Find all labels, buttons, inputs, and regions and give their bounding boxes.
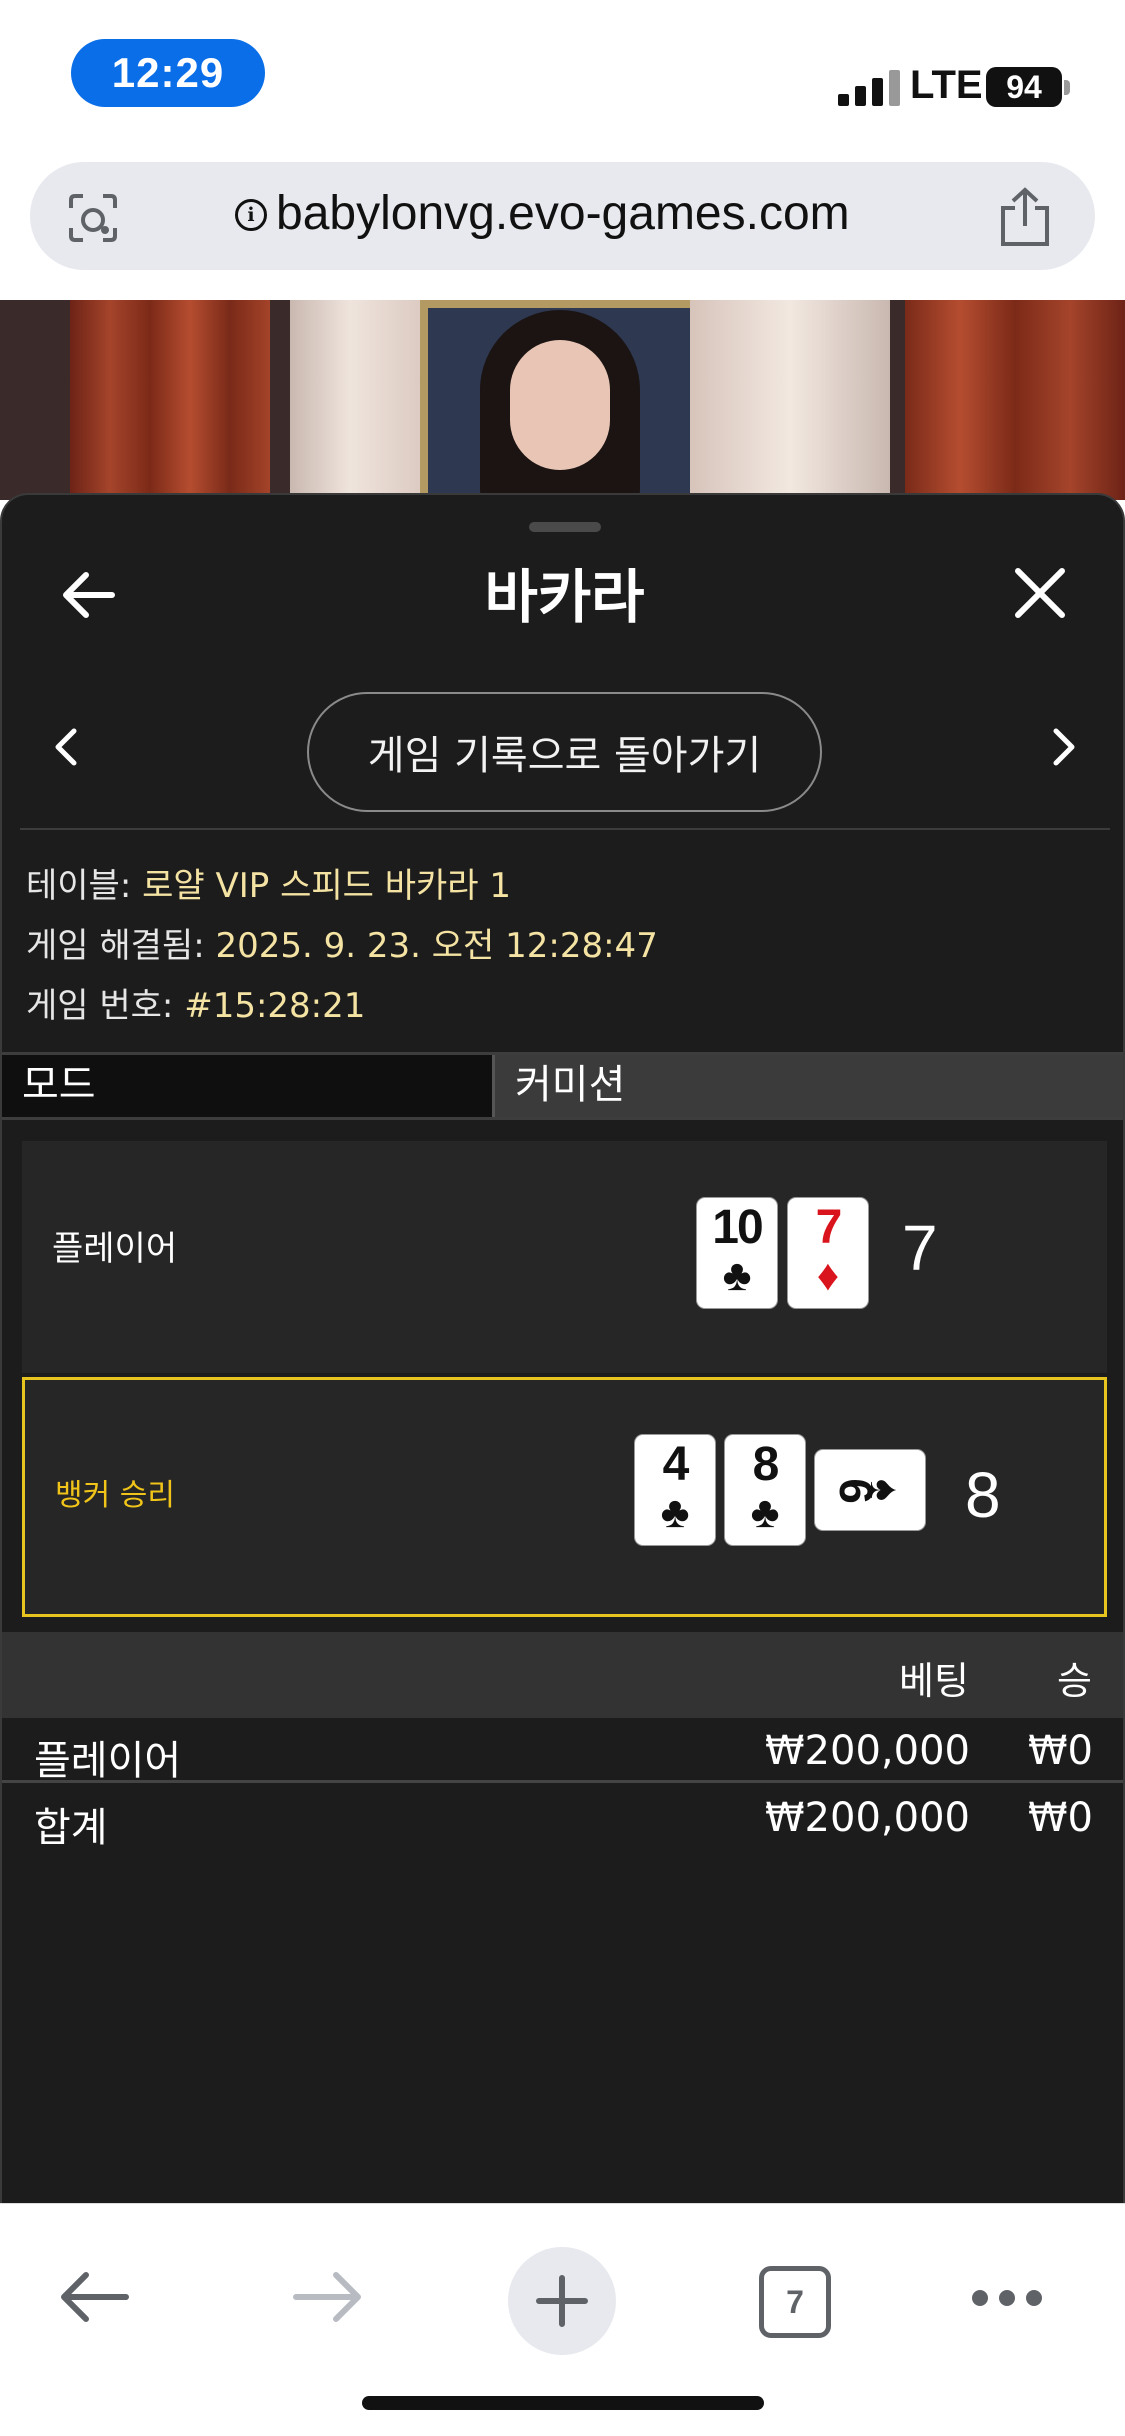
video-curtain-left [70, 300, 270, 500]
video-pillar-left [290, 300, 440, 500]
close-icon[interactable] [1010, 563, 1070, 623]
row-divider [2, 1780, 1123, 1783]
bet-row-win: ₩0 [1028, 1728, 1093, 1774]
mode-label: 모드 [2, 1055, 492, 1117]
game-history-panel: 바카라 게임 기록으로 돌아가기 테이블: 로얄 VIP 스피드 바카라 1 게… [0, 493, 1125, 2203]
mode-value: 커미션 [492, 1055, 1123, 1117]
card-rank: 7 [815, 1201, 843, 1254]
game-number-label: 게임 번호: [26, 986, 185, 1026]
banker-card-3: 6 ♠ [815, 1450, 925, 1530]
banker-card-1: 4 ♣ [635, 1435, 715, 1545]
resolved-info: 게임 해결됨: 2025. 9. 23. 오전 12:28:47 [26, 918, 658, 967]
tabs-icon[interactable]: 7 [759, 2266, 831, 2338]
table-label: 테이블: [26, 866, 143, 906]
bets-header-win: 승 [1057, 1659, 1092, 1703]
player-card-2: 7 ♦ [788, 1198, 868, 1308]
bets-table-header: 베팅 승 [2, 1632, 1123, 1718]
club-icon: ♣ [722, 1251, 752, 1300]
live-video [0, 300, 1125, 500]
more-icon[interactable] [970, 2288, 1044, 2308]
address-bar[interactable]: i babylonvg.evo-games.com [30, 162, 1095, 270]
signal-icon [838, 68, 900, 106]
bet-row-amount: ₩200,000 [765, 1728, 970, 1774]
player-hand: 플레이어 10 ♣ 7 ♦ 7 [22, 1141, 1107, 1373]
status-bar: 12:29 LTE 94 [0, 0, 1125, 150]
home-indicator[interactable] [362, 2396, 764, 2410]
info-icon[interactable]: i [235, 199, 267, 231]
total-label: 합계 [34, 1805, 108, 1851]
game-number-info: 게임 번호: #15:28:21 [26, 978, 365, 1027]
player-card-1: 10 ♣ [697, 1198, 777, 1308]
resolved-label: 게임 해결됨: [26, 926, 216, 966]
video-curtain-right [905, 300, 1125, 500]
total-win: ₩0 [1028, 1795, 1093, 1841]
divider [20, 828, 1110, 830]
panel-title: 바카라 [484, 565, 645, 630]
player-hand-label: 플레이어 [52, 1229, 178, 1269]
table-row-total: 합계 ₩200,000 ₩0 [2, 1787, 1123, 1851]
browser-forward-icon[interactable] [292, 2269, 364, 2325]
club-icon: ♣ [750, 1488, 780, 1537]
camera-lens-icon[interactable] [65, 190, 121, 246]
banker-hand: 뱅커 승리 4 ♣ 8 ♣ 6 ♠ 8 [22, 1377, 1107, 1617]
chevron-right-icon[interactable] [1048, 727, 1078, 767]
battery-icon: 94 [986, 67, 1062, 107]
url-text[interactable]: babylonvg.evo-games.com [276, 186, 850, 241]
card-rank: 4 [662, 1438, 690, 1491]
browser-back-icon[interactable] [58, 2269, 130, 2325]
table-row: 플레이어 ₩200,000 ₩0 [2, 1720, 1123, 1784]
banker-score: 8 [965, 1459, 1001, 1531]
resolved-value: 2025. 9. 23. 오전 12:28:47 [215, 926, 658, 966]
table-value: 로얄 VIP 스피드 바카라 1 [142, 866, 512, 906]
banker-hand-label: 뱅커 승리 [55, 1478, 175, 1513]
card-rank: 8 [752, 1438, 780, 1491]
player-score: 7 [902, 1212, 938, 1284]
club-icon: ♣ [660, 1488, 690, 1537]
mode-row: 모드 커미션 [2, 1052, 1123, 1120]
bet-row-label: 플레이어 [34, 1738, 182, 1784]
diamond-icon: ♦ [816, 1251, 840, 1300]
spade-icon: ♠ [861, 1478, 909, 1502]
share-icon[interactable] [995, 186, 1055, 250]
plus-icon [536, 2275, 588, 2327]
video-pillar-right [690, 300, 890, 500]
network-label: LTE [910, 63, 983, 107]
back-to-history-button[interactable]: 게임 기록으로 돌아가기 [307, 692, 822, 812]
chevron-left-icon[interactable] [52, 727, 82, 767]
card-rank: 10 [712, 1201, 763, 1254]
banker-card-2: 8 ♣ [725, 1435, 805, 1545]
dealer-face [510, 340, 610, 470]
game-number-value: #15:28:21 [184, 986, 366, 1026]
bets-header-bet: 베팅 [899, 1659, 969, 1703]
total-bet: ₩200,000 [765, 1795, 970, 1841]
battery-nub [1064, 80, 1070, 95]
drag-handle[interactable] [529, 522, 601, 532]
new-tab-button[interactable] [508, 2247, 616, 2355]
status-time: 12:29 [71, 39, 265, 107]
table-info: 테이블: 로얄 VIP 스피드 바카라 1 [26, 858, 511, 907]
